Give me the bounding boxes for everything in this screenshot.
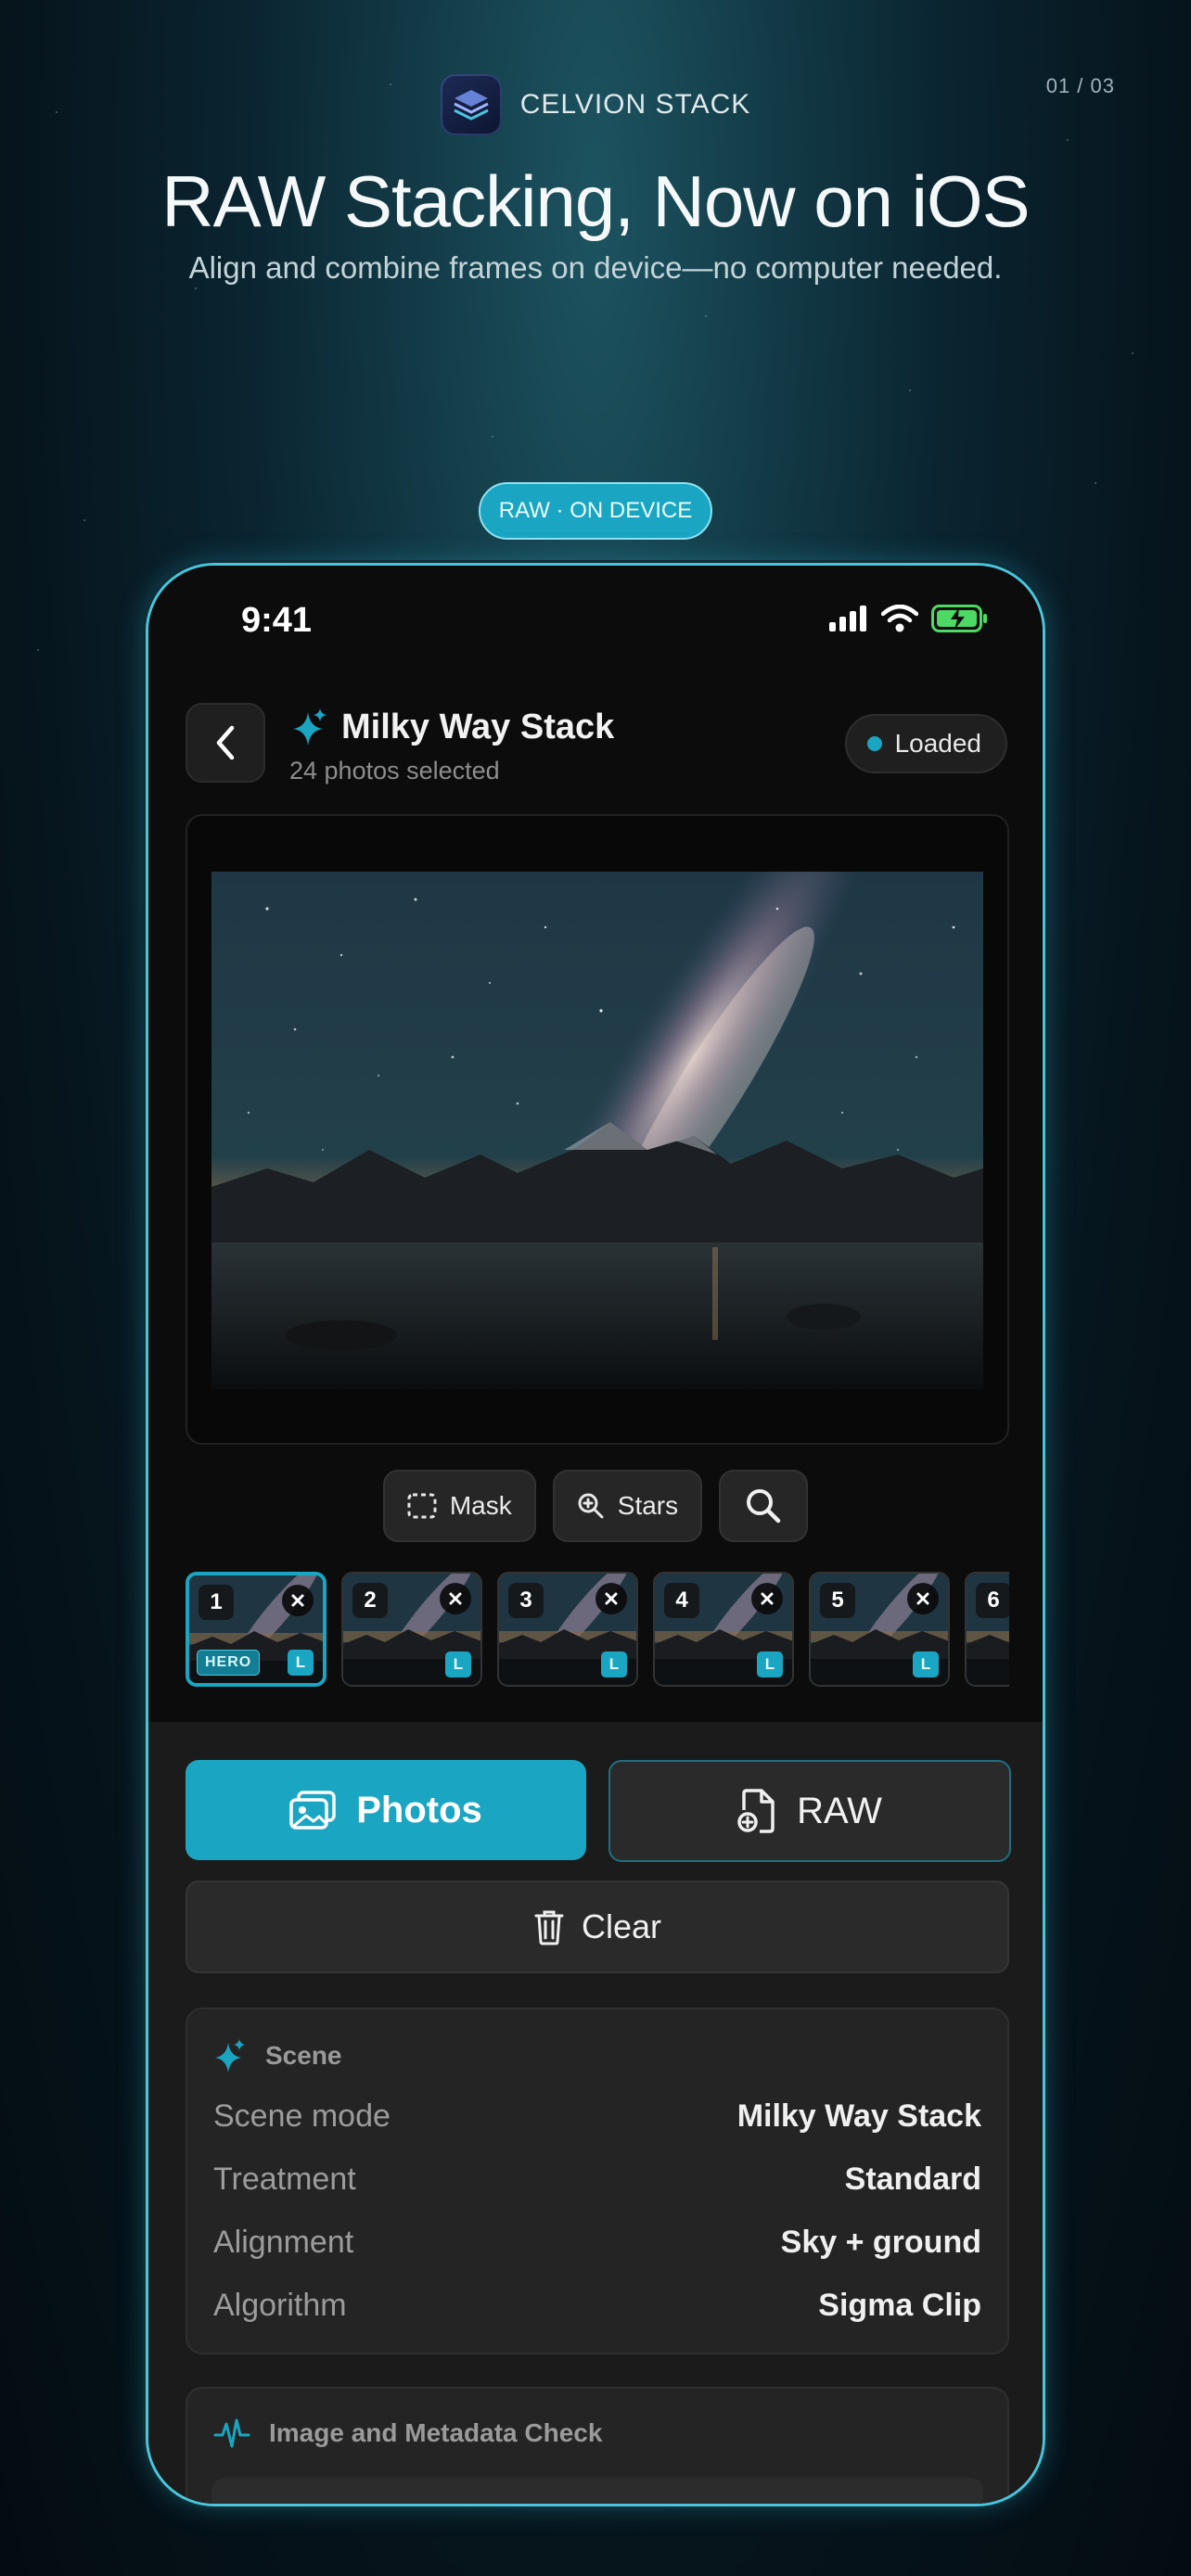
thumb-number: 6 — [976, 1583, 1009, 1618]
scene-card-title: Scene — [265, 2041, 342, 2070]
hero-headline: RAW Stacking, Now on iOS — [161, 160, 1030, 242]
frame-lock-badge: L — [913, 1651, 939, 1677]
layered-stack-icon — [440, 74, 502, 135]
file-add-icon — [737, 1789, 775, 1833]
close-icon — [916, 1592, 929, 1605]
scene-mode-row[interactable]: Scene mode Milky Way Stack — [213, 2098, 981, 2135]
photo-stack-icon — [289, 1791, 336, 1830]
back-button[interactable] — [186, 703, 265, 783]
chevron-left-icon — [216, 725, 235, 760]
remove-frame-button[interactable] — [751, 1583, 783, 1614]
filmstrip-thumb[interactable]: 2L — [341, 1572, 482, 1687]
stars-label: Stars — [617, 1491, 679, 1520]
scene-mode-key: Scene mode — [213, 2098, 391, 2134]
frame-filmstrip: 1HEROL2L3L4L5L6L — [186, 1572, 1009, 1687]
hero-subheadline: Align and combine frames on device—no co… — [188, 250, 1003, 285]
treatment-value: Standard — [844, 2162, 981, 2197]
remove-frame-button[interactable] — [440, 1583, 471, 1614]
photo-count: 24 photos selected — [289, 757, 500, 784]
add-photos-button[interactable]: Photos — [186, 1760, 586, 1860]
status-dot — [866, 736, 882, 751]
scene-mode-value: Milky Way Stack — [736, 2098, 981, 2134]
milky-way-preview-image — [211, 872, 983, 1389]
thumb-number: 5 — [820, 1583, 855, 1618]
filmstrip-thumb[interactable]: 6L — [965, 1572, 1009, 1687]
loaded-status-badge: Loaded — [844, 714, 1007, 773]
brand-name: CELVION STACK — [519, 89, 751, 120]
frame-lock-badge: L — [601, 1651, 627, 1677]
clear-button[interactable]: Clear — [186, 1881, 1009, 1973]
close-icon — [449, 1592, 462, 1605]
thumb-number: 4 — [664, 1583, 699, 1618]
activity-pulse-icon — [213, 2418, 250, 2448]
alignment-value: Sky + ground — [780, 2225, 981, 2260]
brand-lockup: CELVION STACK — [0, 74, 1191, 135]
trash-icon — [534, 1910, 564, 1945]
stack-preview[interactable] — [186, 814, 1009, 1445]
algorithm-value: Sigma Clip — [818, 2288, 981, 2323]
scene-card-header: Scene — [213, 2037, 342, 2074]
search-icon — [747, 1489, 781, 1524]
add-raw-button[interactable]: RAW — [608, 1760, 1011, 1862]
filmstrip-thumb[interactable]: 3L — [497, 1572, 638, 1687]
battery-charging-icon — [931, 605, 987, 632]
status-bar-time: 9:41 — [241, 601, 313, 640]
alignment-key: Alignment — [213, 2225, 354, 2260]
status-text: Loaded — [894, 729, 981, 758]
screen-title: Milky Way Stack — [341, 707, 615, 746]
thumb-number: 1 — [198, 1585, 234, 1620]
frame-lock-badge: L — [288, 1650, 314, 1676]
mask-label: Mask — [449, 1491, 512, 1520]
wifi-icon — [881, 605, 918, 632]
filmstrip-thumb[interactable]: 4L — [653, 1572, 794, 1687]
frame-lock-badge: L — [445, 1651, 471, 1677]
preview-toolbar: Mask Stars — [148, 1470, 1043, 1542]
remove-frame-button[interactable] — [282, 1585, 314, 1616]
cellular-signal-icon — [829, 606, 866, 631]
close-icon — [291, 1594, 304, 1607]
alignment-row[interactable]: Alignment Sky + ground — [213, 2225, 981, 2261]
metadata-check-body — [211, 2478, 983, 2504]
close-icon — [605, 1592, 618, 1605]
remove-frame-button[interactable] — [907, 1583, 939, 1614]
algorithm-row[interactable]: Algorithm Sigma Clip — [213, 2288, 981, 2324]
thumb-number: 3 — [508, 1583, 544, 1618]
treatment-key: Treatment — [213, 2162, 356, 2197]
algorithm-key: Algorithm — [213, 2288, 347, 2323]
raw-label: RAW — [797, 1790, 882, 1831]
search-button[interactable] — [719, 1470, 809, 1542]
remove-frame-button[interactable] — [596, 1583, 627, 1614]
treatment-row[interactable]: Treatment Standard — [213, 2162, 981, 2198]
screen-title-row: Milky Way Stack — [289, 707, 614, 747]
stars-button[interactable]: Stars — [552, 1470, 703, 1542]
raw-on-device-pill: RAW · ON DEVICE — [479, 482, 712, 540]
sparkle-icon — [215, 2039, 245, 2072]
sparkle-icon — [293, 708, 327, 746]
clear-label: Clear — [581, 1907, 662, 1945]
zoom-in-icon — [578, 1493, 604, 1519]
phone-mockup: 9:41 Milky Way Stack 24 photos selected … — [146, 563, 1045, 2506]
photos-label: Photos — [356, 1789, 482, 1830]
metadata-check-title: Image and Metadata Check — [269, 2418, 603, 2447]
hero-frame-badge: HERO — [197, 1650, 261, 1676]
dashed-selection-icon — [407, 1493, 437, 1519]
filmstrip-thumb[interactable]: 1 HERO L — [186, 1572, 327, 1687]
frame-lock-badge: L — [757, 1651, 783, 1677]
metadata-check-card: Image and Metadata Check — [186, 2387, 1009, 2504]
scene-card: Scene Scene mode Milky Way Stack Treatme… — [186, 2008, 1009, 2354]
status-bar-icons — [829, 605, 989, 632]
metadata-check-header: Image and Metadata Check — [213, 2417, 602, 2450]
filmstrip-thumb[interactable]: 5L — [809, 1572, 950, 1687]
thumb-number: 2 — [352, 1583, 388, 1618]
mask-button[interactable]: Mask — [382, 1470, 536, 1542]
close-icon — [761, 1592, 774, 1605]
